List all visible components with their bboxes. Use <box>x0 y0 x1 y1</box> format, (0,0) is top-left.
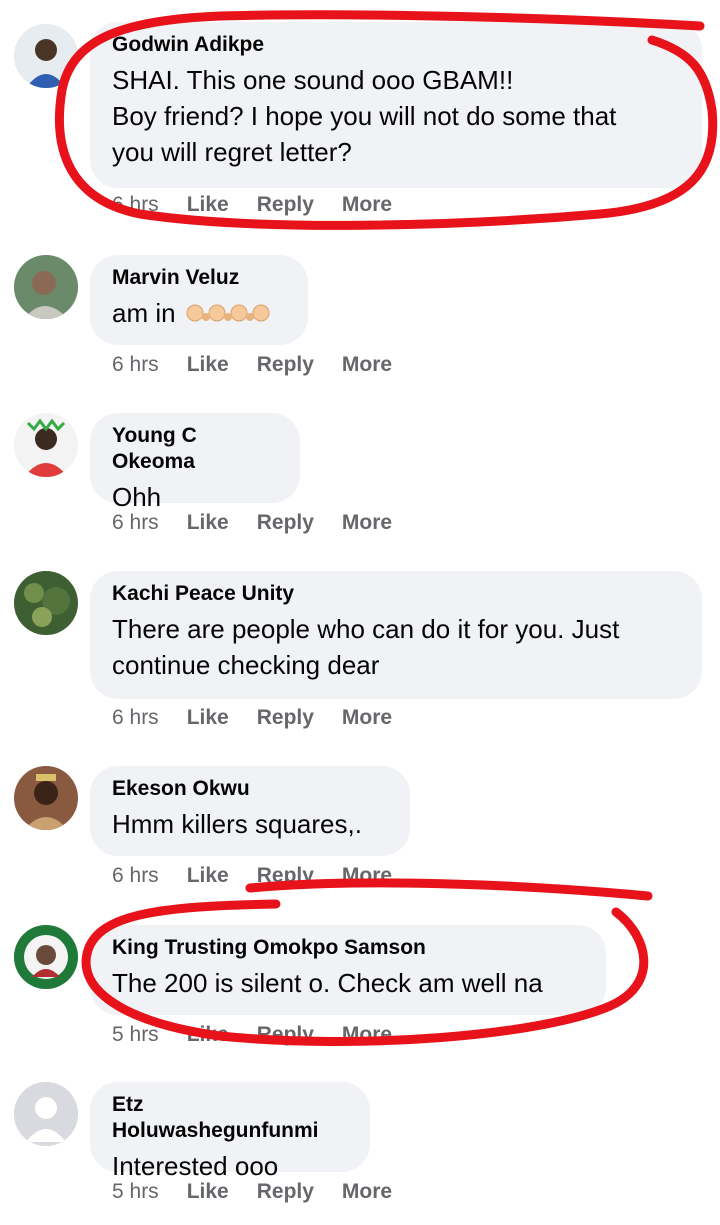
comment-bubble: Etz Holuwashegunfunmi Interested ooo <box>90 1082 370 1181</box>
avatar[interactable] <box>14 766 78 830</box>
comment-actions: 6 hrs Like Reply More <box>112 511 392 535</box>
comment-author[interactable]: Etz Holuwashegunfunmi <box>112 1092 348 1144</box>
more-button[interactable]: More <box>342 706 392 730</box>
more-button[interactable]: More <box>342 193 392 217</box>
comment-actions: 5 hrs Like Reply More <box>112 1023 392 1047</box>
comment-author[interactable]: Ekeson Okwu <box>112 776 388 802</box>
avatar[interactable] <box>14 571 78 635</box>
avatar[interactable] <box>14 24 78 88</box>
comment-actions: 5 hrs Like Reply More <box>112 1180 392 1204</box>
avatar[interactable] <box>14 1082 78 1146</box>
reply-button[interactable]: Reply <box>257 193 314 217</box>
avatar[interactable] <box>14 255 78 319</box>
comment-time[interactable]: 6 hrs <box>112 706 159 730</box>
comment-text: am in <box>112 295 286 333</box>
comment-author[interactable]: Godwin Adikpe <box>112 32 680 58</box>
avatar[interactable] <box>14 925 78 989</box>
like-button[interactable]: Like <box>187 1023 229 1047</box>
comment-time[interactable]: 6 hrs <box>112 193 159 217</box>
comment-author[interactable]: King Trusting Omokpo Samson <box>112 935 584 961</box>
comment-actions: 6 hrs Like Reply More <box>112 353 392 377</box>
reply-button[interactable]: Reply <box>257 511 314 535</box>
comment-text: Ohh <box>112 482 162 512</box>
comment-time[interactable]: 6 hrs <box>112 864 159 888</box>
like-button[interactable]: Like <box>187 1180 229 1204</box>
comment-bubble: Young C Okeoma Ohh <box>90 413 300 512</box>
raising-hands-emoji-icon <box>183 297 275 333</box>
comment-time[interactable]: 5 hrs <box>112 1180 159 1204</box>
comment-author[interactable]: Young C Okeoma <box>112 423 278 475</box>
comment-actions: 6 hrs Like Reply More <box>112 193 392 217</box>
comment-bubble: Godwin Adikpe SHAI. This one sound ooo G… <box>90 22 702 188</box>
reply-button[interactable]: Reply <box>257 1180 314 1204</box>
comment-text: Hmm killers squares,. <box>112 809 362 839</box>
reply-button[interactable]: Reply <box>257 706 314 730</box>
comment-time[interactable]: 5 hrs <box>112 1023 159 1047</box>
more-button[interactable]: More <box>342 864 392 888</box>
more-button[interactable]: More <box>342 1023 392 1047</box>
like-button[interactable]: Like <box>187 193 229 217</box>
like-button[interactable]: Like <box>187 353 229 377</box>
comment-bubble: Ekeson Okwu Hmm killers squares,. <box>90 766 410 856</box>
comment-text: Interested ooo <box>112 1151 279 1181</box>
reply-button[interactable]: Reply <box>257 353 314 377</box>
more-button[interactable]: More <box>342 1180 392 1204</box>
comment-text: There are people who can do it for you. … <box>112 614 620 680</box>
more-button[interactable]: More <box>342 511 392 535</box>
reply-button[interactable]: Reply <box>257 864 314 888</box>
comment-bubble: Marvin Veluz am in <box>90 255 308 345</box>
comment-bubble: King Trusting Omokpo Samson The 200 is s… <box>90 925 606 1015</box>
reply-button[interactable]: Reply <box>257 1023 314 1047</box>
like-button[interactable]: Like <box>187 706 229 730</box>
comment-author[interactable]: Kachi Peace Unity <box>112 581 680 607</box>
like-button[interactable]: Like <box>187 511 229 535</box>
comment-time[interactable]: 6 hrs <box>112 353 159 377</box>
comment-text: The 200 is silent o. Check am well na <box>112 968 543 998</box>
comment-time[interactable]: 6 hrs <box>112 511 159 535</box>
comment-text: SHAI. This one sound ooo GBAM!! Boy frie… <box>112 65 617 167</box>
comment-bubble: Kachi Peace Unity There are people who c… <box>90 571 702 699</box>
comment-actions: 6 hrs Like Reply More <box>112 864 392 888</box>
more-button[interactable]: More <box>342 353 392 377</box>
comment-actions: 6 hrs Like Reply More <box>112 706 392 730</box>
like-button[interactable]: Like <box>187 864 229 888</box>
comment-author[interactable]: Marvin Veluz <box>112 265 286 291</box>
avatar[interactable] <box>14 413 78 477</box>
